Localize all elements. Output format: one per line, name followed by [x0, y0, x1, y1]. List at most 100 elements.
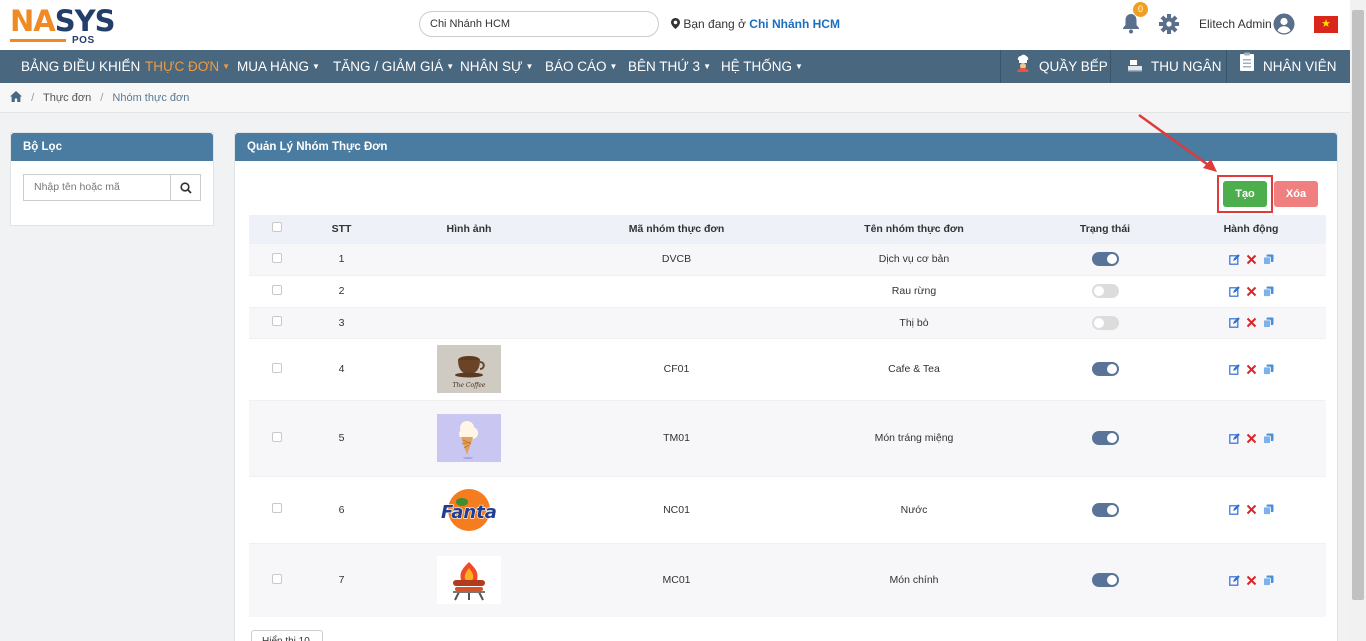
cashier-icon	[1127, 51, 1143, 84]
row-checkbox[interactable]	[271, 316, 282, 326]
filter-search-button[interactable]	[171, 174, 201, 201]
copy-icon[interactable]	[1262, 364, 1274, 375]
row-name: Cafe & Tea	[794, 337, 1034, 400]
status-toggle[interactable]	[1091, 431, 1119, 445]
copy-icon[interactable]	[1262, 575, 1274, 586]
table-row[interactable]: 6 Fanta NC01 Nước	[249, 475, 1326, 543]
status-toggle[interactable]	[1091, 502, 1119, 517]
vietnam-flag-icon[interactable]: ★	[1314, 16, 1338, 33]
edit-icon[interactable]	[1228, 363, 1240, 375]
page-size-select[interactable]: Hiển thị 10	[251, 630, 323, 641]
edit-icon[interactable]	[1228, 285, 1240, 297]
row-code: NC01	[559, 475, 794, 543]
edit-icon[interactable]	[1228, 504, 1240, 516]
table-row[interactable]: 2 Rau rừng	[249, 274, 1326, 307]
delete-icon[interactable]	[1246, 433, 1257, 444]
table-row[interactable]: 4 The Coffee CF01 Cafe & Tea	[249, 337, 1326, 400]
status-toggle[interactable]	[1091, 284, 1119, 298]
status-toggle[interactable]	[1091, 573, 1119, 588]
status-toggle[interactable]	[1091, 252, 1119, 266]
nav-item-third-party[interactable]: BÊN THỨ 3 ▼	[628, 50, 711, 83]
row-status-cell	[1034, 306, 1176, 338]
row-code: MC01	[559, 542, 794, 617]
grill-sausage-image	[437, 556, 501, 605]
table-row[interactable]: 7 MC01 Món chính	[249, 542, 1326, 617]
row-checkbox[interactable]	[271, 252, 282, 263]
nav-kitchen[interactable]: QUẦY BẾP	[1000, 50, 1110, 83]
row-checkbox[interactable]	[271, 431, 282, 442]
nav-item-system[interactable]: HỆ THỐNG ▼	[721, 50, 803, 83]
delete-icon[interactable]	[1246, 317, 1257, 328]
filter-panel: Bộ Lọc Nhập tên hoặc mã	[10, 132, 214, 226]
ice-cream-image	[437, 414, 501, 462]
user-avatar-icon[interactable]	[1273, 13, 1295, 35]
breadcrumb-separator: /	[100, 92, 104, 104]
current-location: Bạn đang ở Chi Nhánh HCM	[671, 17, 840, 31]
delete-icon[interactable]	[1246, 575, 1257, 586]
delete-button[interactable]: Xóa	[1274, 181, 1318, 207]
delete-icon[interactable]	[1246, 504, 1257, 515]
table-row[interactable]: 5 TM01 Món tráng miệng	[249, 399, 1326, 476]
row-stt: 6	[304, 475, 379, 543]
row-checkbox[interactable]	[271, 503, 282, 513]
edit-icon[interactable]	[1228, 575, 1240, 586]
edit-icon[interactable]	[1228, 317, 1240, 329]
row-stt: 2	[304, 274, 379, 307]
copy-icon[interactable]	[1262, 504, 1274, 516]
copy-icon[interactable]	[1262, 286, 1274, 297]
user-name[interactable]: Elitech Admin	[1199, 17, 1272, 31]
column-header[interactable]: Mã nhóm thực đơn	[559, 215, 794, 243]
row-checkbox[interactable]	[271, 362, 282, 373]
delete-icon[interactable]	[1246, 286, 1257, 297]
row-status-cell	[1034, 274, 1176, 307]
status-toggle[interactable]	[1091, 362, 1119, 376]
create-button[interactable]: Tạo	[1223, 181, 1267, 207]
edit-icon[interactable]	[1228, 432, 1240, 444]
breadcrumb-separator: /	[31, 92, 35, 104]
row-checkbox[interactable]	[271, 573, 282, 584]
nav-staff[interactable]: NHÂN VIÊN	[1226, 50, 1350, 83]
map-pin-icon	[671, 18, 680, 29]
row-stt: 7	[304, 542, 379, 617]
row-actions	[1176, 242, 1326, 275]
nav-item-purchasing[interactable]: MUA HÀNG ▼	[237, 50, 320, 83]
edit-icon[interactable]	[1228, 253, 1240, 265]
nasys-logo[interactable]: NASYS POS	[10, 6, 122, 46]
row-checkbox[interactable]	[271, 284, 282, 295]
table-row[interactable]: 3 Thị bò	[249, 306, 1326, 338]
main-nav: BẢNG ĐIỀU KHIỂN THỰC ĐƠN ▼ MUA HÀNG ▼ TĂNG…	[0, 50, 1350, 83]
copy-icon[interactable]	[1262, 433, 1274, 444]
home-icon[interactable]	[10, 91, 22, 102]
nav-cashier[interactable]: THU NGÂN	[1110, 50, 1226, 83]
table-row[interactable]: 1 DVCB Dịch vụ cơ bản	[249, 242, 1326, 275]
column-header[interactable]: Tên nhóm thực đơn	[794, 215, 1034, 243]
chevron-down-icon: ▼	[795, 62, 803, 71]
row-status-cell	[1034, 242, 1176, 275]
row-image-cell	[379, 274, 559, 307]
row-actions	[1176, 306, 1326, 338]
row-image-cell	[379, 306, 559, 338]
nav-item-dashboard[interactable]: BẢNG ĐIỀU KHIỂN	[21, 50, 140, 83]
nav-item-menu[interactable]: THỰC ĐƠN ▼	[145, 50, 230, 83]
svg-text:Fanta: Fanta	[441, 502, 497, 523]
copy-icon[interactable]	[1262, 254, 1274, 265]
page-scrollbar-thumb[interactable]	[1352, 10, 1364, 600]
nav-item-reports[interactable]: BÁO CÁO ▼	[545, 50, 617, 83]
fanta-logo-image: Fanta	[437, 485, 501, 534]
row-stt: 1	[304, 242, 379, 275]
select-all-checkbox[interactable]	[271, 222, 282, 233]
copy-icon[interactable]	[1262, 317, 1274, 329]
delete-icon[interactable]	[1246, 254, 1257, 265]
nav-item-hr[interactable]: NHÂN SỰ ▼	[460, 50, 533, 83]
column-header[interactable]: STT	[304, 215, 379, 243]
branch-select[interactable]: Chi Nhánh HCM	[419, 11, 659, 37]
status-toggle[interactable]	[1091, 315, 1119, 330]
column-header[interactable]: Trạng thái	[1034, 215, 1176, 243]
chevron-down-icon: ▼	[703, 62, 711, 71]
filter-search-input[interactable]: Nhập tên hoặc mã	[23, 174, 171, 201]
nav-item-discounts[interactable]: TĂNG / GIẢM GIÁ ▼	[333, 50, 454, 83]
breadcrumb-item-menu[interactable]: Thực đơn	[43, 92, 91, 104]
delete-icon[interactable]	[1246, 364, 1257, 375]
row-code	[559, 306, 794, 338]
settings-gear-icon[interactable]	[1158, 13, 1180, 35]
